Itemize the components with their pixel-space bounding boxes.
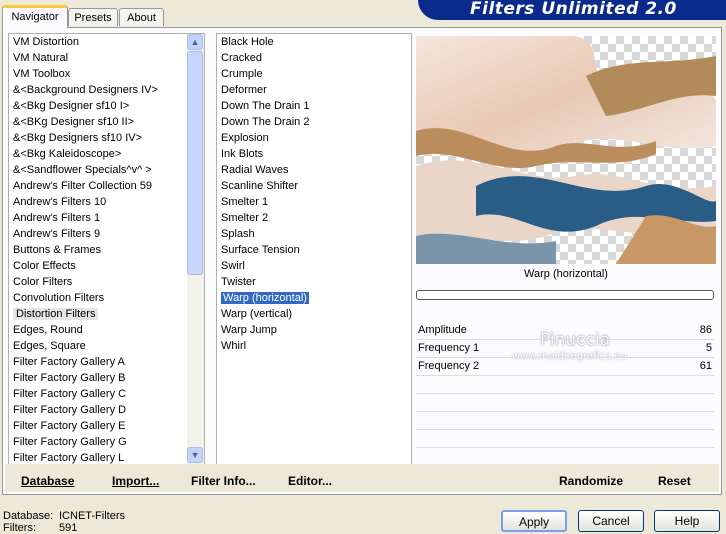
list-item[interactable]: Filter Factory Gallery A [9, 354, 204, 370]
selected-filter-name: Warp (horizontal) [524, 268, 608, 280]
param-value: 5 [705, 342, 712, 354]
param-label: Frequency 1 [418, 342, 480, 354]
list-item[interactable]: Andrew's Filters 1 [9, 210, 204, 226]
scroll-down-icon[interactable]: ▼ [187, 447, 203, 463]
apply-button[interactable]: Apply [501, 510, 567, 532]
list-item[interactable]: Twister [217, 274, 411, 290]
list-item[interactable]: Swirl [217, 258, 411, 274]
param-row-frequency-1[interactable]: Frequency 1 5 [416, 340, 714, 358]
list-item[interactable]: Warp (horizontal) [217, 290, 411, 306]
tab-about[interactable]: About [119, 8, 164, 26]
list-item[interactable]: Edges, Round [9, 322, 204, 338]
list-item[interactable]: Buttons & Frames [9, 242, 204, 258]
list-item[interactable]: Scanline Shifter [217, 178, 411, 194]
list-item[interactable]: Color Filters [9, 274, 204, 290]
import-button[interactable]: Import... [112, 474, 159, 488]
list-item[interactable]: Explosion [217, 130, 411, 146]
filter-info-button[interactable]: Filter Info... [191, 474, 256, 488]
param-label: Amplitude [418, 324, 467, 336]
list-item[interactable]: Crumple [217, 66, 411, 82]
param-row-empty [416, 376, 714, 394]
list-item[interactable]: &<Background Designers IV> [9, 82, 204, 98]
list-item[interactable]: Ink Blots [217, 146, 411, 162]
status-database-value: ICNET-Filters [59, 510, 125, 522]
filter-list[interactable]: Black Hole Cracked Crumple Deformer Down The… [216, 33, 412, 465]
database-button[interactable]: Database [21, 474, 74, 488]
list-item[interactable]: Color Effects [9, 258, 204, 274]
param-label: Frequency 2 [418, 360, 480, 372]
param-row-frequency-2[interactable]: Frequency 2 61 [416, 358, 714, 376]
list-item[interactable]: Edges, Square [9, 338, 204, 354]
list-item[interactable]: Black Hole [217, 34, 411, 50]
list-item[interactable]: &<Bkg Kaleidoscope> [9, 146, 204, 162]
list-item[interactable]: &<Sandflower Specials^v^ > [9, 162, 204, 178]
status-filters-value: 591 [59, 522, 78, 534]
list-item[interactable]: Warp (vertical) [217, 306, 411, 322]
list-item[interactable]: Convolution Filters [9, 290, 204, 306]
list-item[interactable]: &<Bkg Designer sf10 I> [9, 98, 204, 114]
list-item[interactable]: Filter Factory Gallery B [9, 370, 204, 386]
param-row-empty [416, 394, 714, 412]
list-item[interactable]: Down The Drain 2 [217, 114, 411, 130]
scroll-thumb[interactable] [187, 51, 203, 275]
category-scrollbar[interactable]: ▲ ▼ [187, 34, 204, 464]
list-item[interactable]: Cracked [217, 50, 411, 66]
list-item[interactable]: Splash [217, 226, 411, 242]
list-item[interactable]: &<BKg Designer sf10 II> [9, 114, 204, 130]
preview-artwork [416, 36, 716, 264]
cancel-button[interactable]: Cancel [578, 510, 644, 532]
list-item[interactable]: Filter Factory Gallery C [9, 386, 204, 402]
list-item[interactable]: Whirl [217, 338, 411, 354]
editor-button[interactable]: Editor... [288, 474, 332, 488]
list-item[interactable]: Andrew's Filter Collection 59 [9, 178, 204, 194]
list-item[interactable]: Filter Factory Gallery G [9, 434, 204, 450]
param-row-amplitude[interactable]: Amplitude 86 [416, 322, 714, 340]
list-item[interactable]: Andrew's Filters 10 [9, 194, 204, 210]
list-item[interactable]: VM Toolbox [9, 66, 204, 82]
app-title: Filters Unlimited 2.0 [470, 0, 677, 19]
status-filters-label: Filters: [3, 522, 36, 534]
category-list[interactable]: VM Distortion VM Natural VM Toolbox &<Backg… [8, 33, 205, 465]
preview-image [416, 36, 716, 264]
status-database-label: Database: [3, 510, 54, 522]
param-value: 61 [699, 360, 712, 372]
list-item[interactable]: VM Distortion [9, 34, 204, 50]
list-item[interactable]: Filter Factory Gallery D [9, 402, 204, 418]
tab-navigator[interactable]: Navigator [2, 5, 68, 28]
list-item[interactable]: VM Natural [9, 50, 204, 66]
list-item[interactable]: Smelter 2 [217, 210, 411, 226]
list-item[interactable]: Warp Jump [217, 322, 411, 338]
list-item[interactable]: &<Bkg Designers sf10 IV> [9, 130, 204, 146]
list-item[interactable]: Andrew's Filters 9 [9, 226, 204, 242]
param-row-empty [416, 430, 714, 448]
list-item[interactable]: Distortion Filters [9, 306, 204, 322]
scroll-up-icon[interactable]: ▲ [187, 34, 203, 50]
param-value: 86 [699, 324, 712, 336]
list-item[interactable]: Deformer [217, 82, 411, 98]
param-row-empty [416, 412, 714, 430]
reset-button[interactable]: Reset [658, 474, 691, 488]
list-item[interactable]: Smelter 1 [217, 194, 411, 210]
randomize-button[interactable]: Randomize [559, 474, 623, 488]
list-item[interactable]: Surface Tension [217, 242, 411, 258]
list-item[interactable]: Radial Waves [217, 162, 411, 178]
list-item[interactable]: Down The Drain 1 [217, 98, 411, 114]
progress-bar [416, 290, 714, 300]
list-item[interactable]: Filter Factory Gallery E [9, 418, 204, 434]
list-item[interactable]: Filter Factory Gallery L [9, 450, 204, 464]
help-button[interactable]: Help [654, 510, 720, 532]
tab-presets[interactable]: Presets [68, 8, 118, 26]
